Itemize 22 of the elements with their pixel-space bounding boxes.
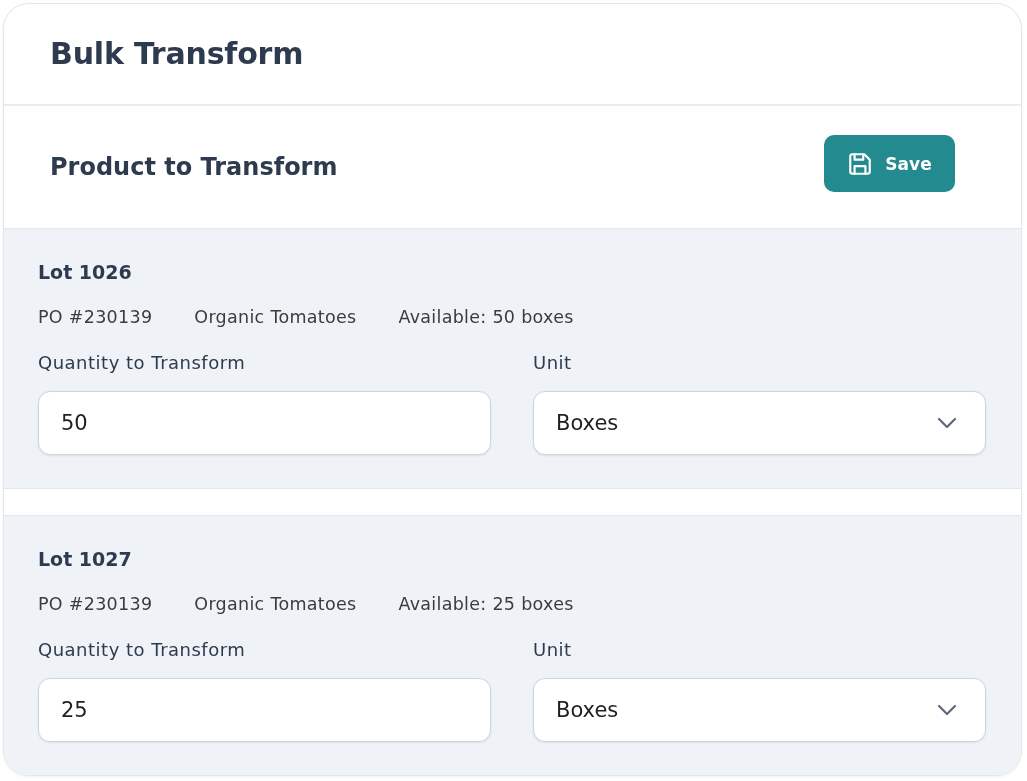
field-label: Quantity to Transform — [38, 351, 247, 375]
unit-select[interactable]: Boxes — [533, 391, 986, 455]
field-label: Unit — [533, 351, 573, 375]
lot-title: Lot 1026 — [38, 260, 133, 285]
field-label: Quantity to Transform — [38, 638, 247, 662]
quantity-input[interactable]: 50 — [38, 391, 491, 455]
product-name: Organic Tomatoes — [194, 306, 357, 329]
save-icon — [847, 150, 874, 177]
page-title: Bulk Transform — [50, 36, 304, 72]
save-button[interactable]: Save — [824, 135, 955, 193]
lot-title: Lot 1027 — [38, 547, 133, 572]
po-number: PO #230139 — [38, 593, 153, 616]
unit-select[interactable]: Boxes — [533, 678, 986, 742]
field-label: Unit — [533, 638, 573, 662]
chevron-down-icon — [937, 417, 957, 429]
po-number: PO #230139 — [38, 306, 153, 329]
product-name: Organic Tomatoes — [194, 593, 357, 616]
chevron-down-icon — [937, 704, 957, 716]
available-quantity: Available: 50 boxes — [398, 306, 574, 329]
quantity-input[interactable]: 25 — [38, 678, 491, 742]
section-title: Product to Transform — [50, 152, 338, 181]
available-quantity: Available: 25 boxes — [398, 593, 574, 616]
